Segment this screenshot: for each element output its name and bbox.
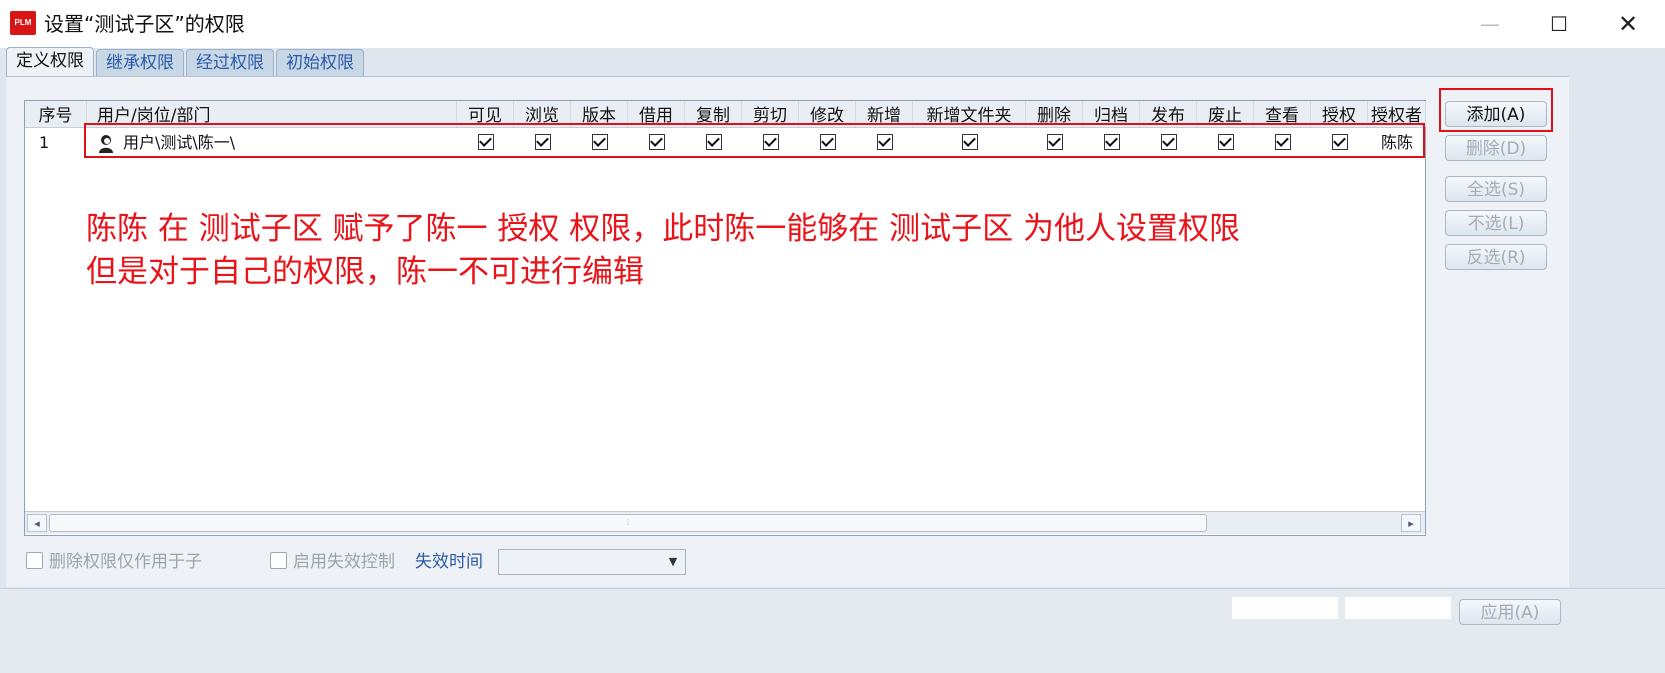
col-browse-checkbox[interactable] bbox=[534, 134, 551, 150]
row-subject-text: 用户\测试\陈一\ bbox=[123, 133, 236, 152]
row-grantor: 陈陈 bbox=[1380, 133, 1413, 152]
enable-expiry-checkbox[interactable] bbox=[270, 552, 287, 569]
enable-expiry-option[interactable]: 启用失效控制 bbox=[270, 551, 395, 573]
header-col-cut[interactable]: 剪切 bbox=[742, 101, 799, 127]
header-col-index[interactable]: 序号 bbox=[25, 101, 87, 127]
row-col-authorize-cell bbox=[1311, 128, 1368, 158]
header-col-add-folder[interactable]: 新增文件夹 bbox=[913, 101, 1026, 127]
col-abolish-checkbox[interactable] bbox=[1217, 134, 1234, 150]
row-col-cut-cell bbox=[742, 128, 799, 158]
row-col-borrow-cell bbox=[628, 128, 685, 158]
header-col-delete[interactable]: 删除 bbox=[1026, 101, 1083, 127]
table-header: 序号 用户/岗位/部门 可见 浏览 版本 借用 复制 剪切 修改 新增 新增文件夹 删除 归档 发布 废止查… bbox=[25, 101, 1426, 128]
scroll-right-arrow-icon[interactable]: ▸ bbox=[1401, 514, 1421, 532]
delete-child-only-checkbox[interactable] bbox=[26, 552, 43, 569]
row-col-modify-cell bbox=[799, 128, 856, 158]
row-col-browse-cell bbox=[514, 128, 571, 158]
row-col-delete-cell bbox=[1026, 128, 1083, 158]
row-col-abolish-cell bbox=[1197, 128, 1254, 158]
header-col-add[interactable]: 新增 bbox=[856, 101, 913, 127]
col-add-folder-checkbox[interactable] bbox=[961, 134, 978, 150]
chevron-down-icon[interactable]: ▼ bbox=[663, 552, 683, 572]
row-col-publish-cell bbox=[1140, 128, 1197, 158]
header-col-modify[interactable]: 修改 bbox=[799, 101, 856, 127]
scroll-left-arrow-icon[interactable]: ◂ bbox=[27, 514, 47, 532]
delete-child-only-option[interactable]: 删除权限仅作用于子 bbox=[26, 551, 202, 573]
col-authorize-checkbox[interactable] bbox=[1331, 134, 1348, 150]
delete-button[interactable]: 删除(D) bbox=[1445, 135, 1547, 161]
header-col-browse[interactable]: 浏览 bbox=[514, 101, 571, 127]
title-bar: PLM 设置“测试子区”的权限 — ☐ ✕ bbox=[0, 0, 1665, 48]
footer-blank-field-1 bbox=[1232, 597, 1338, 619]
window-title: 设置“测试子区”的权限 bbox=[44, 12, 245, 36]
header-col-abolish[interactable]: 废止 bbox=[1197, 101, 1254, 127]
header-col-publish[interactable]: 发布 bbox=[1140, 101, 1197, 127]
header-col-visible[interactable]: 可见 bbox=[457, 101, 514, 127]
user-icon bbox=[99, 134, 113, 153]
table-row[interactable]: 1 用户\测试\陈一\ 陈陈 bbox=[25, 128, 1425, 158]
row-index: 1 bbox=[39, 133, 50, 152]
col-borrow-checkbox[interactable] bbox=[648, 134, 665, 150]
tab-inherited-permissions[interactable]: 继承权限 bbox=[96, 49, 184, 76]
annotation-line-1: 陈陈 在 测试子区 赋予了陈一 授权 权限，此时陈一能够在 测试子区 为他人设置… bbox=[86, 211, 1240, 247]
header-col-borrow[interactable]: 借用 bbox=[628, 101, 685, 127]
row-subject: 用户\测试\陈一\ bbox=[87, 128, 457, 158]
header-col-grantor[interactable]: 授权者 bbox=[1368, 101, 1426, 127]
invert-selection-button[interactable]: 反选(R) bbox=[1445, 244, 1547, 270]
row-col-archive-cell bbox=[1083, 128, 1140, 158]
header-col-copy[interactable]: 复制 bbox=[685, 101, 742, 127]
apply-button[interactable]: 应用(A) bbox=[1459, 599, 1561, 625]
permission-table: 序号 用户/岗位/部门 可见 浏览 版本 借用 复制 剪切 修改 新增 新增文件夹 删除 归档 发布 废止查… bbox=[24, 100, 1426, 536]
row-col-version-cell bbox=[571, 128, 628, 158]
footer-blank-field-2 bbox=[1345, 597, 1451, 619]
col-modify-checkbox[interactable] bbox=[819, 134, 836, 150]
tab-initial-permissions[interactable]: 初始权限 bbox=[276, 49, 364, 76]
select-none-button[interactable]: 不选(L) bbox=[1445, 210, 1547, 236]
col-archive-checkbox[interactable] bbox=[1103, 134, 1120, 150]
header-col-version[interactable]: 版本 bbox=[571, 101, 628, 127]
enable-expiry-label: 启用失效控制 bbox=[293, 552, 395, 572]
col-copy-checkbox[interactable] bbox=[705, 134, 722, 150]
col-cut-checkbox[interactable] bbox=[762, 134, 779, 150]
row-col-view-cell bbox=[1254, 128, 1311, 158]
tab-passed-permissions[interactable]: 经过权限 bbox=[186, 49, 274, 76]
scroll-thumb[interactable]: ⦙ bbox=[49, 514, 1207, 532]
delete-child-only-label: 删除权限仅作用于子 bbox=[49, 552, 202, 572]
row-col-copy-cell bbox=[685, 128, 742, 158]
col-view-checkbox[interactable] bbox=[1274, 134, 1291, 150]
maximize-button[interactable]: ☐ bbox=[1529, 8, 1589, 40]
header-col-subject[interactable]: 用户/岗位/部门 bbox=[87, 101, 457, 127]
expiry-date-select[interactable]: ▼ bbox=[498, 549, 686, 575]
col-version-checkbox[interactable] bbox=[591, 134, 608, 150]
expiry-time-label: 失效时间 bbox=[415, 552, 483, 572]
header-col-view[interactable]: 查看 bbox=[1254, 101, 1311, 127]
close-button[interactable]: ✕ bbox=[1598, 8, 1658, 40]
tab-defined-permissions[interactable]: 定义权限 bbox=[6, 47, 94, 77]
add-button[interactable]: 添加(A) bbox=[1445, 101, 1547, 127]
annotation-text: 陈陈 在 测试子区 赋予了陈一 授权 权限，此时陈一能够在 测试子区 为他人设置… bbox=[86, 208, 1406, 294]
minimize-button[interactable]: — bbox=[1460, 8, 1520, 40]
plm-logo-icon: PLM bbox=[10, 11, 36, 35]
select-all-button[interactable]: 全选(S) bbox=[1445, 176, 1547, 202]
col-publish-checkbox[interactable] bbox=[1160, 134, 1177, 150]
header-col-authorize[interactable]: 授权 bbox=[1311, 101, 1368, 127]
row-col-visible-cell bbox=[457, 128, 514, 158]
col-delete-checkbox[interactable] bbox=[1046, 134, 1063, 150]
header-col-archive[interactable]: 归档 bbox=[1083, 101, 1140, 127]
annotation-line-2: 但是对于自己的权限，陈一不可进行编辑 bbox=[86, 254, 644, 290]
row-col-add-folder-cell bbox=[913, 128, 1026, 158]
col-visible-checkbox[interactable] bbox=[477, 134, 494, 150]
horizontal-scrollbar[interactable]: ◂ ⦙ ▸ bbox=[25, 511, 1425, 534]
row-col-add-cell bbox=[856, 128, 913, 158]
col-add-checkbox[interactable] bbox=[876, 134, 893, 150]
